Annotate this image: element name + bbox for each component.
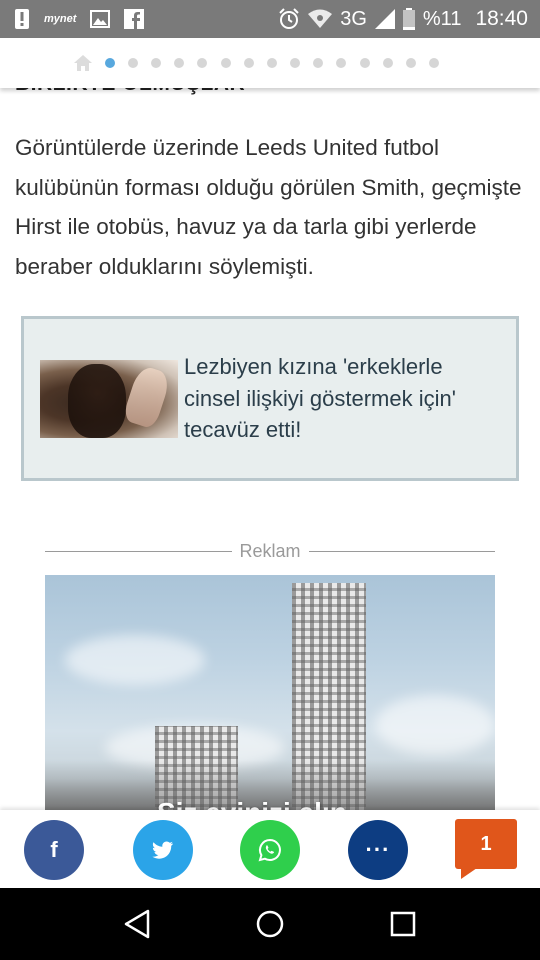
page-dot[interactable] [290, 58, 301, 68]
share-bar: f ··· 1 [0, 810, 540, 888]
back-icon [124, 909, 149, 939]
more-icon: ··· [365, 837, 391, 862]
page-dot[interactable] [336, 58, 347, 68]
home-circle-icon [256, 910, 284, 938]
ad-label-row: Reklam [45, 541, 496, 562]
page-dot[interactable] [429, 58, 440, 68]
twitter-icon [152, 841, 173, 859]
whatsapp-share-button[interactable] [240, 820, 300, 880]
article-paragraph: Görüntülerde üzerinde Leeds United futbo… [15, 135, 522, 279]
alert-icon [14, 8, 30, 30]
related-article-card[interactable]: Lezbiyen kızına 'erkeklerle cinsel ilişk… [21, 316, 519, 481]
system-navigation-bar [0, 888, 540, 960]
page-dot[interactable] [174, 58, 185, 68]
more-share-button[interactable]: ··· [348, 820, 408, 880]
ad-cloud [375, 695, 495, 755]
home-button[interactable] [250, 904, 290, 944]
status-system: 3G %11 18:40 [278, 7, 528, 31]
ad-banner[interactable]: Siz evinizi alın [45, 575, 495, 815]
battery-level: %11 [422, 7, 462, 30]
divider [45, 551, 232, 552]
page-dot[interactable] [127, 58, 138, 68]
page-dot[interactable] [197, 58, 208, 68]
recents-button[interactable] [383, 904, 423, 944]
page-dot-active[interactable] [104, 58, 115, 68]
page-dot[interactable] [313, 58, 324, 68]
wifi-icon [308, 9, 333, 29]
network-type: 3G [340, 7, 367, 30]
clock: 18:40 [475, 7, 528, 30]
page-dot[interactable] [220, 58, 231, 68]
battery-icon [402, 8, 415, 30]
thumbnail-figure [68, 363, 126, 438]
comment-count: 1 [480, 832, 492, 855]
facebook-icon [124, 9, 145, 29]
page-dot[interactable] [382, 58, 393, 68]
whatsapp-icon [258, 838, 281, 862]
screen: mynet 3G %11 18:40 Görüntülerde üzerinde… [0, 0, 540, 960]
alarm-icon [278, 8, 300, 30]
mynet-icon: mynet [44, 13, 77, 25]
page-dot[interactable] [406, 58, 417, 68]
related-article-thumbnail[interactable] [40, 359, 178, 438]
gallery-page-indicator [0, 38, 540, 88]
page-dot[interactable] [266, 58, 277, 68]
facebook-icon: f [50, 837, 58, 862]
status-notifications: mynet [14, 8, 145, 30]
ad-cloud [65, 635, 205, 685]
twitter-share-button[interactable] [133, 820, 193, 880]
thumbnail-hand [121, 363, 173, 430]
home-icon[interactable] [74, 55, 92, 71]
page-dot[interactable] [150, 58, 161, 68]
related-article-title[interactable]: Lezbiyen kızına 'erkeklerle cinsel ilişk… [184, 351, 484, 446]
image-icon [90, 10, 111, 28]
comments-button[interactable]: 1 [455, 819, 517, 879]
page-dot[interactable] [243, 58, 254, 68]
signal-icon [374, 9, 395, 29]
status-bar: mynet 3G %11 18:40 [0, 0, 540, 38]
divider [308, 551, 496, 552]
recents-icon [391, 911, 416, 937]
page-dot[interactable] [359, 58, 370, 68]
ad-label: Reklam [239, 541, 301, 561]
back-button[interactable] [117, 904, 157, 944]
facebook-share-button[interactable]: f [24, 820, 84, 880]
